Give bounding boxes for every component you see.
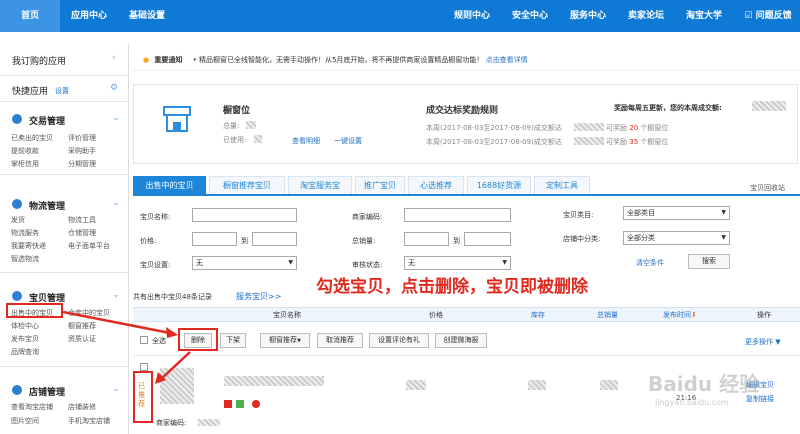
arrow-head [155, 372, 166, 384]
watermark: Baidu 经验 [648, 372, 760, 396]
arrow-to-checkbox [159, 351, 191, 381]
arrow-to-delete [62, 310, 176, 336]
arrow-head [166, 327, 178, 338]
watermark-url: jingyan.baidu.com [655, 398, 729, 407]
